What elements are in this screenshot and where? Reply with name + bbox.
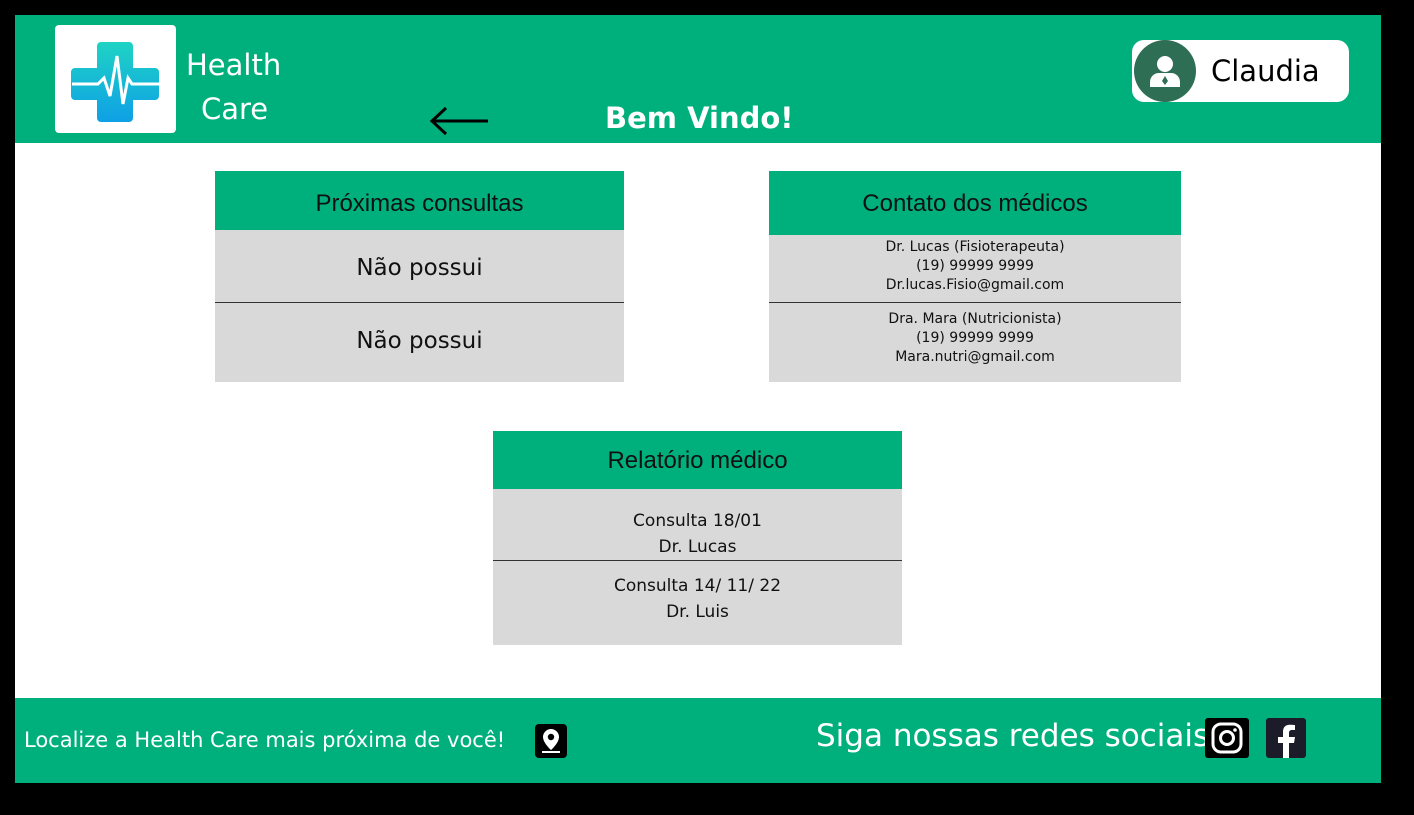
medical-report-card: Relatório médico Consulta 18/01 Dr. Luca…	[493, 431, 902, 645]
medical-cross-logo-icon	[71, 42, 159, 122]
report-item[interactable]: Consulta 18/01 Dr. Lucas	[493, 489, 902, 561]
header: Health Care Bem Vindo! Claudia	[15, 15, 1381, 143]
back-arrow-icon[interactable]	[428, 103, 490, 139]
user-name: Claudia	[1211, 54, 1320, 88]
instagram-icon[interactable]	[1205, 718, 1249, 758]
appointment-item[interactable]: Não possui	[215, 303, 624, 382]
avatar	[1134, 40, 1196, 102]
doctor-contact-item[interactable]: Dr. Lucas (Fisioterapeuta) (19) 99999 99…	[769, 235, 1181, 303]
doctor-name: Dr. Lucas (Fisioterapeuta)	[885, 239, 1065, 255]
footer: Localize a Health Care mais próxima de v…	[15, 698, 1381, 783]
report-consult: Consulta 14/ 11/ 22	[613, 576, 782, 596]
report-doctor: Dr. Luis	[666, 602, 729, 622]
page: Health Care Bem Vindo! Claudia Próximas …	[15, 15, 1381, 783]
doctor-phone: (19) 99999 9999	[916, 258, 1034, 274]
location-pin-icon[interactable]	[535, 724, 567, 758]
doctor-contacts-title: Contato dos médicos	[769, 171, 1181, 235]
social-text: Siga nossas redes sociais	[816, 718, 1210, 754]
doctor-email: Dr.lucas.Fisio@gmail.com	[885, 277, 1065, 293]
facebook-icon[interactable]	[1266, 718, 1306, 758]
appointments-title: Próximas consultas	[215, 171, 624, 230]
doctor-phone: (19) 99999 9999	[916, 330, 1034, 346]
report-item[interactable]: Consulta 14/ 11/ 22 Dr. Luis	[493, 561, 902, 645]
doctor-contact-item[interactable]: Dra. Mara (Nutricionista) (19) 99999 999…	[769, 303, 1181, 382]
user-profile-button[interactable]: Claudia	[1132, 40, 1349, 102]
brand-line2: Care	[201, 92, 269, 126]
medical-report-title: Relatório médico	[493, 431, 902, 489]
locate-text: Localize a Health Care mais próxima de v…	[24, 728, 506, 752]
doctor-name: Dra. Mara (Nutricionista)	[888, 311, 1062, 327]
report-doctor: Dr. Lucas	[658, 537, 737, 557]
report-consult: Consulta 18/01	[633, 511, 762, 531]
doctor-email: Mara.nutri@gmail.com	[895, 349, 1055, 365]
doctor-contacts-card: Contato dos médicos Dr. Lucas (Fisiotera…	[769, 171, 1181, 382]
welcome-title: Bem Vindo!	[605, 101, 794, 135]
logo[interactable]	[55, 25, 176, 133]
user-icon	[1150, 56, 1180, 87]
brand-line1: Health	[186, 48, 282, 82]
appointment-item[interactable]: Não possui	[215, 230, 624, 303]
brand-name: Health Care	[186, 43, 281, 131]
appointments-card: Próximas consultas Não possui Não possui	[215, 171, 624, 382]
